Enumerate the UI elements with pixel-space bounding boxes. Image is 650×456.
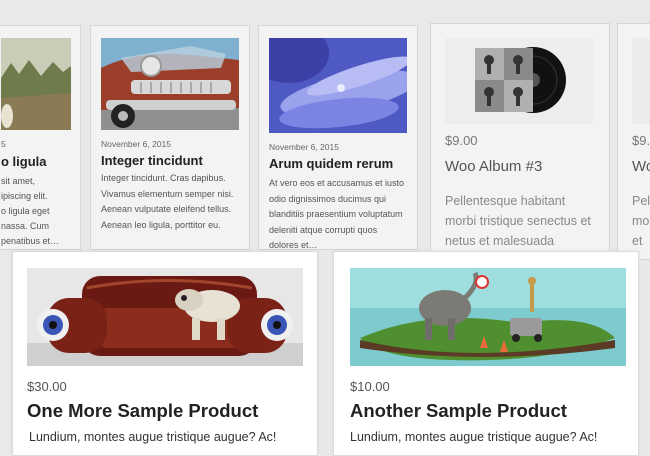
product-price: $9.00 bbox=[445, 133, 478, 148]
partial-excerpt-line: ipiscing elit. bbox=[1, 191, 48, 201]
partial-post-date: 5 bbox=[1, 139, 6, 149]
post-title[interactable]: Arum quidem rerum bbox=[269, 156, 393, 171]
post-title[interactable]: Integer tincidunt bbox=[101, 153, 203, 168]
product-description: Pellentesque habitant morbi tristique se… bbox=[445, 194, 591, 248]
featured-product-card[interactable]: $10.00 Another Sample Product Lundium, m… bbox=[333, 251, 639, 456]
partial-excerpt-line: nassa. Cum bbox=[1, 221, 50, 231]
product-name[interactable]: Another Sample Product bbox=[350, 400, 567, 422]
product-price: $10.00 bbox=[350, 379, 390, 394]
product-name[interactable]: Wo bbox=[632, 158, 650, 175]
product-card-partial[interactable]: $9. Wo Pel mo et bbox=[617, 23, 650, 260]
partial-excerpt-line: penatibus et… bbox=[1, 236, 60, 246]
product-description: Lundium, montes augue tristique augue? A… bbox=[29, 430, 277, 444]
classic-car-photo-icon[interactable] bbox=[101, 38, 239, 130]
product-name[interactable]: One More Sample Product bbox=[27, 400, 258, 422]
product-price: $9. bbox=[632, 133, 650, 148]
post-date: November 6, 2015 bbox=[269, 142, 339, 152]
partial-excerpt-line: o ligula eget bbox=[1, 206, 50, 216]
product-description: Lundium, montes augue tristique augue? A… bbox=[350, 430, 598, 444]
post-card-partial[interactable]: 5 o ligula sit amet, ipiscing elit. o li… bbox=[0, 25, 81, 250]
post-title[interactable]: o ligula bbox=[1, 154, 47, 169]
partial-description-line: et bbox=[632, 234, 643, 248]
partial-description-line: mo bbox=[632, 214, 650, 228]
post-excerpt: At vero eos et accusamus et iusto odio d… bbox=[269, 178, 405, 250]
post-card[interactable]: November 6, 2015 Integer tincidunt Integ… bbox=[90, 25, 250, 250]
product-card[interactable]: $9.00 Woo Album #3 Pellentesque habitant… bbox=[430, 23, 610, 260]
post-card[interactable]: November 6, 2015 Arum quidem rerum At ve… bbox=[258, 25, 418, 250]
product-image-partial[interactable] bbox=[632, 38, 650, 124]
partial-excerpt-line: sit amet, bbox=[1, 176, 36, 186]
post-date: November 6, 2015 bbox=[101, 139, 171, 149]
post-excerpt: Integer tincidunt. Cras dapibus. Vivamus… bbox=[101, 173, 234, 230]
product-price: $30.00 bbox=[27, 379, 67, 394]
product-name[interactable]: Woo Album #3 bbox=[445, 158, 542, 175]
elephant-island-photo-icon[interactable] bbox=[350, 268, 626, 366]
forest-photo-icon[interactable] bbox=[1, 38, 71, 130]
partial-description-line: Pel bbox=[632, 194, 650, 208]
vinyl-record-icon[interactable] bbox=[445, 38, 593, 124]
featured-product-card[interactable]: $30.00 One More Sample Product Lundium, … bbox=[12, 251, 318, 456]
purple-flower-photo-icon[interactable] bbox=[269, 38, 407, 133]
red-armchair-dog-photo-icon[interactable] bbox=[27, 268, 303, 366]
